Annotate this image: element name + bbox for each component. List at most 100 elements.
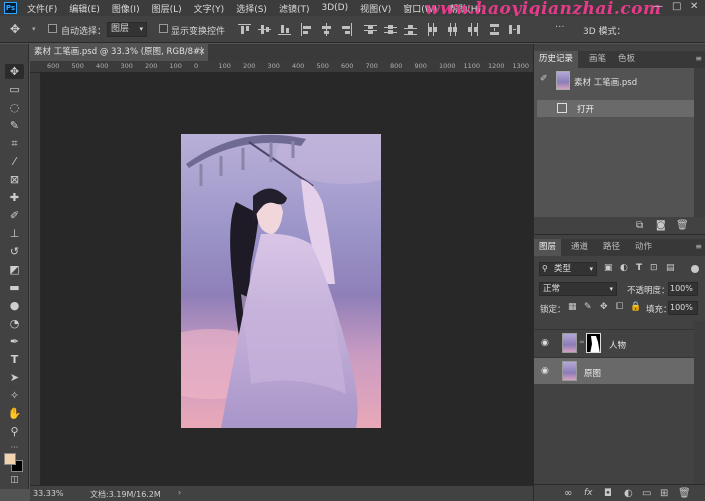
minimize-button[interactable]: — bbox=[653, 1, 663, 12]
status-menu-arrow-icon[interactable]: › bbox=[178, 488, 181, 497]
align-right-icon[interactable] bbox=[340, 23, 353, 36]
eyedropper-tool-icon[interactable]: ⁄ bbox=[5, 154, 24, 169]
link-layers-icon[interactable]: ∞ bbox=[564, 488, 572, 499]
adjustment-layer-icon[interactable]: ◐ bbox=[624, 488, 633, 499]
menu-layer[interactable]: 图层(L) bbox=[146, 2, 188, 15]
blur-tool-icon[interactable]: ● bbox=[5, 298, 24, 313]
lock-transparent-icon[interactable]: ▦ bbox=[568, 302, 577, 312]
distribute-bottom-icon[interactable] bbox=[404, 23, 417, 36]
path-select-tool-icon[interactable]: ➤ bbox=[5, 370, 24, 385]
distribute-right-icon[interactable] bbox=[466, 23, 479, 36]
align-bottom-icon[interactable] bbox=[278, 23, 291, 36]
brush-tool-icon[interactable]: ✐ bbox=[5, 208, 24, 223]
tool-preset-chevron-icon[interactable]: ▾ bbox=[32, 25, 36, 33]
menu-type[interactable]: 文字(Y) bbox=[188, 2, 231, 15]
menu-select[interactable]: 选择(S) bbox=[230, 2, 273, 15]
trash-icon[interactable]: 🗑 bbox=[678, 488, 691, 499]
canvas-area[interactable] bbox=[41, 73, 533, 485]
type-tool-icon[interactable]: T bbox=[5, 352, 24, 367]
lock-position-icon[interactable]: ✥ bbox=[600, 302, 608, 312]
filter-adjustment-icon[interactable]: ◐ bbox=[620, 263, 628, 273]
eye-icon[interactable]: ◉ bbox=[541, 338, 549, 348]
history-snapshot[interactable]: ✐ 素材 工笔画.psd bbox=[534, 68, 694, 94]
trash-icon[interactable]: 🗑 bbox=[676, 220, 689, 231]
auto-select-dropdown[interactable]: 图层 ▾ bbox=[107, 22, 147, 37]
stamp-tool-icon[interactable]: ⊥ bbox=[5, 226, 24, 241]
quick-select-tool-icon[interactable]: ✎ bbox=[5, 118, 24, 133]
distribute-top-icon[interactable] bbox=[364, 23, 377, 36]
history-brush-tool-icon[interactable]: ↺ bbox=[5, 244, 24, 259]
filter-type-icon[interactable]: T bbox=[636, 263, 642, 273]
zoom-tool-icon[interactable]: ⚲ bbox=[5, 424, 24, 439]
tab-layers[interactable]: 图层 bbox=[534, 239, 562, 256]
eraser-tool-icon[interactable]: ◩ bbox=[5, 262, 24, 277]
zoom-level[interactable]: 33.33% bbox=[33, 489, 64, 498]
heal-tool-icon[interactable]: ✚ bbox=[5, 190, 24, 205]
filter-pixel-icon[interactable]: ▣ bbox=[604, 263, 613, 273]
lock-artboard-icon[interactable]: ⧠ bbox=[616, 302, 623, 312]
menu-view[interactable]: 视图(V) bbox=[354, 2, 397, 15]
layer-mask-thumbnail[interactable] bbox=[586, 333, 601, 353]
close-window-button[interactable]: ✕ bbox=[690, 1, 698, 12]
filter-shape-icon[interactable]: ⊡ bbox=[650, 263, 658, 273]
distribute-spacing-h-icon[interactable] bbox=[508, 23, 521, 36]
more-options-icon[interactable]: ··· bbox=[555, 22, 565, 33]
menu-filter[interactable]: 滤镜(T) bbox=[273, 2, 316, 15]
artboard-tool-icon[interactable]: ▭ bbox=[5, 82, 24, 97]
blend-mode-dropdown[interactable]: 正常 ▾ bbox=[539, 282, 617, 296]
group-folder-icon[interactable]: ▭ bbox=[642, 488, 651, 499]
fill-input[interactable]: 100% bbox=[668, 301, 698, 315]
distribute-hcenter-icon[interactable] bbox=[446, 23, 459, 36]
align-vcenter-icon[interactable] bbox=[258, 23, 271, 36]
tab-channels[interactable]: 通道 bbox=[566, 239, 593, 256]
frame-tool-icon[interactable]: ⊠ bbox=[5, 172, 24, 187]
distribute-left-icon[interactable] bbox=[426, 23, 439, 36]
gradient-tool-icon[interactable]: ▬ bbox=[5, 280, 24, 295]
lasso-tool-icon[interactable]: ◌ bbox=[5, 100, 24, 115]
align-top-icon[interactable] bbox=[238, 23, 251, 36]
quick-mask-icon[interactable]: ◫ bbox=[5, 473, 24, 488]
camera-icon[interactable]: ◙ bbox=[656, 220, 666, 231]
document-tab[interactable]: 素材 工笔画.psd @ 33.3% (原图, RGB/8#) × bbox=[30, 44, 208, 61]
new-layer-icon[interactable]: ⊞ bbox=[660, 488, 668, 499]
history-step[interactable]: 打开 bbox=[537, 100, 694, 117]
layers-scrollbar[interactable] bbox=[694, 321, 705, 487]
layer-filter-dropdown[interactable]: ⚲ 类型 ▾ bbox=[539, 262, 597, 276]
distribute-vcenter-icon[interactable] bbox=[384, 23, 397, 36]
menu-file[interactable]: 文件(F) bbox=[21, 2, 63, 15]
shape-tool-icon[interactable]: ✧ bbox=[5, 388, 24, 403]
opacity-input[interactable]: 100% bbox=[668, 282, 698, 296]
tab-brushes[interactable]: 画笔 bbox=[584, 51, 611, 68]
document-image[interactable] bbox=[181, 134, 381, 428]
panel-menu-icon[interactable]: ≡ bbox=[695, 54, 702, 63]
layer-row[interactable]: ◉ ∞ 人物 bbox=[534, 329, 694, 356]
tab-actions[interactable]: 动作 bbox=[630, 239, 657, 256]
auto-select-checkbox[interactable] bbox=[48, 24, 57, 33]
foreground-color-swatch[interactable] bbox=[4, 453, 16, 465]
align-left-icon[interactable] bbox=[300, 23, 313, 36]
menu-3d[interactable]: 3D(D) bbox=[315, 3, 354, 13]
lock-image-icon[interactable]: ✎ bbox=[584, 302, 592, 312]
tab-paths[interactable]: 路径 bbox=[598, 239, 625, 256]
pen-tool-icon[interactable]: ✒ bbox=[5, 334, 24, 349]
history-brush-source-icon[interactable]: ✐ bbox=[540, 74, 548, 84]
chain-link-icon[interactable]: ∞ bbox=[579, 338, 585, 346]
move-tool-icon[interactable]: ✥ bbox=[5, 64, 24, 79]
menu-image[interactable]: 图像(I) bbox=[106, 2, 146, 15]
layers-panel-menu-icon[interactable]: ≡ bbox=[695, 242, 702, 251]
tab-swatches[interactable]: 色板 bbox=[613, 51, 640, 68]
filter-smart-object-icon[interactable]: ▤ bbox=[666, 263, 675, 273]
close-tab-icon[interactable]: × bbox=[198, 44, 206, 61]
filter-toggle[interactable] bbox=[691, 265, 699, 273]
menu-edit[interactable]: 编辑(E) bbox=[63, 2, 106, 15]
crop-tool-icon[interactable]: ⌗ bbox=[5, 136, 24, 151]
add-mask-icon[interactable]: ◘ bbox=[604, 488, 612, 499]
layer-style-icon[interactable]: fx bbox=[584, 488, 593, 498]
align-hcenter-icon[interactable] bbox=[320, 23, 333, 36]
show-transform-checkbox[interactable] bbox=[159, 24, 168, 33]
eye-icon[interactable]: ◉ bbox=[541, 366, 549, 376]
move-tool-icon[interactable]: ✥ bbox=[10, 22, 20, 36]
dodge-tool-icon[interactable]: ◔ bbox=[5, 316, 24, 331]
maximize-button[interactable]: □ bbox=[672, 1, 681, 12]
hand-tool-icon[interactable]: ✋ bbox=[5, 406, 24, 421]
